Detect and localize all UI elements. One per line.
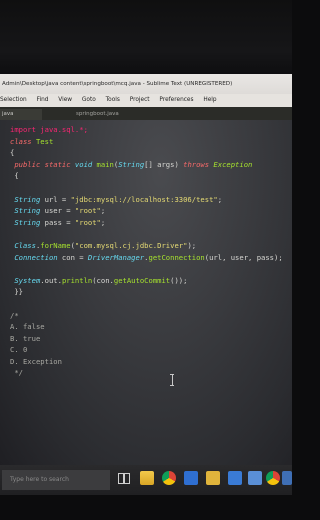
option-c: C. 0 — [10, 345, 28, 355]
code-class-name: Test — [31, 136, 54, 146]
code-import-line: import java.sql.*; — [10, 125, 88, 134]
comment-close: */ — [10, 368, 23, 378]
tab-label: springboot.java — [76, 111, 119, 117]
mail-icon[interactable] — [248, 471, 262, 485]
folder-icon[interactable] — [206, 471, 220, 485]
code-url-decl: url = — [40, 194, 71, 204]
code-close: ); — [187, 240, 197, 250]
option-d: D. Exception — [10, 356, 62, 366]
code-class-keyword: class — [10, 136, 32, 146]
menu-goto[interactable]: Goto — [82, 94, 96, 107]
option-b: B. true — [10, 333, 41, 343]
menu-selection[interactable]: Selection — [0, 94, 27, 107]
code-print-end: ()); — [170, 275, 188, 285]
chrome-icon[interactable] — [266, 471, 280, 485]
menu-help[interactable]: Help — [203, 94, 216, 107]
code-main: main — [92, 159, 114, 169]
menu-preferences[interactable]: Preferences — [159, 94, 193, 107]
code-system: System — [14, 275, 41, 285]
monitor-bezel-bottom — [0, 495, 292, 520]
code-out: .out. — [40, 275, 62, 285]
code-args: [] args) — [144, 159, 184, 169]
code-conn-args: (url, user, pass); — [204, 252, 283, 262]
code-brace-inner: { — [10, 171, 19, 181]
code-exception: Exception — [209, 159, 253, 169]
monitor-bezel-top — [0, 0, 292, 74]
code-getconnection: getConnection — [148, 252, 205, 262]
ibeam-cursor-icon — [170, 374, 174, 386]
file-explorer-icon[interactable] — [140, 471, 154, 485]
code-semicolon: ; — [100, 217, 106, 227]
menu-tools[interactable]: Tools — [106, 94, 120, 107]
code-con-decl: con = — [57, 252, 88, 262]
comment-open: /* — [10, 310, 19, 320]
menu-project[interactable]: Project — [130, 94, 150, 107]
code-pass-decl: pass = — [40, 217, 75, 227]
code-public: public — [10, 159, 41, 169]
code-url-value: "jdbc:mysql://localhost:3306/test" — [70, 194, 218, 204]
code-semicolon: ; — [217, 194, 223, 204]
window-title: Admin\Desktop\java content\springboot\mc… — [2, 81, 233, 87]
option-a: A. false — [10, 322, 45, 332]
code-string-type: String — [118, 159, 145, 169]
code-brace-open: { — [10, 148, 15, 158]
tab-springboot-java[interactable]: springboot.java — [74, 109, 136, 120]
code-semicolon: ; — [100, 206, 106, 216]
search-placeholder: Type here to search — [10, 476, 69, 483]
menu-view[interactable]: View — [58, 94, 72, 107]
app-icon[interactable] — [282, 471, 292, 485]
code-void: void — [70, 159, 93, 169]
code-drivermanager: DriverManager — [87, 252, 145, 262]
task-view-icon[interactable] — [116, 471, 130, 485]
code-forname: forName — [40, 240, 71, 250]
code-connection-type: Connection — [14, 252, 58, 262]
code-print-args: (con. — [92, 275, 114, 285]
tab-label: java — [2, 111, 14, 117]
code-pass-value: "root" — [74, 217, 101, 227]
code-pass-type: String — [14, 217, 41, 227]
code-static: static — [40, 159, 71, 169]
code-class-ref: Class — [14, 240, 36, 250]
code-user-type: String — [14, 206, 41, 216]
code-throws: throws — [183, 159, 210, 169]
code-user-value: "root" — [74, 206, 101, 216]
code-println: println — [61, 275, 93, 285]
menu-find[interactable]: Find — [37, 94, 49, 107]
code-editor[interactable]: import java.sql.*; class Test { public s… — [0, 120, 292, 465]
menu-bar: Selection Find View Goto Tools Project P… — [0, 94, 292, 107]
code-url-type: String — [14, 194, 41, 204]
code-text: import java.sql.*; class Test { public s… — [10, 124, 283, 379]
window-title-bar: Admin\Desktop\java content\springboot\mc… — [0, 74, 292, 94]
code-getautocommit: getAutoCommit — [113, 275, 171, 285]
edge-icon[interactable] — [184, 471, 198, 485]
code-user-decl: user = — [40, 206, 75, 216]
chrome-icon[interactable] — [162, 471, 176, 485]
tab-mcq-java[interactable]: java — [0, 109, 42, 120]
code-driver-value: "com.mysql.cj.jdbc.Driver" — [74, 240, 188, 250]
photo-frame: Admin\Desktop\java content\springboot\mc… — [0, 0, 292, 520]
taskbar-search-box[interactable]: Type here to search — [2, 470, 110, 490]
store-icon[interactable] — [228, 471, 242, 485]
tab-bar: java springboot.java — [0, 107, 292, 120]
code-close-braces: }} — [10, 287, 23, 297]
